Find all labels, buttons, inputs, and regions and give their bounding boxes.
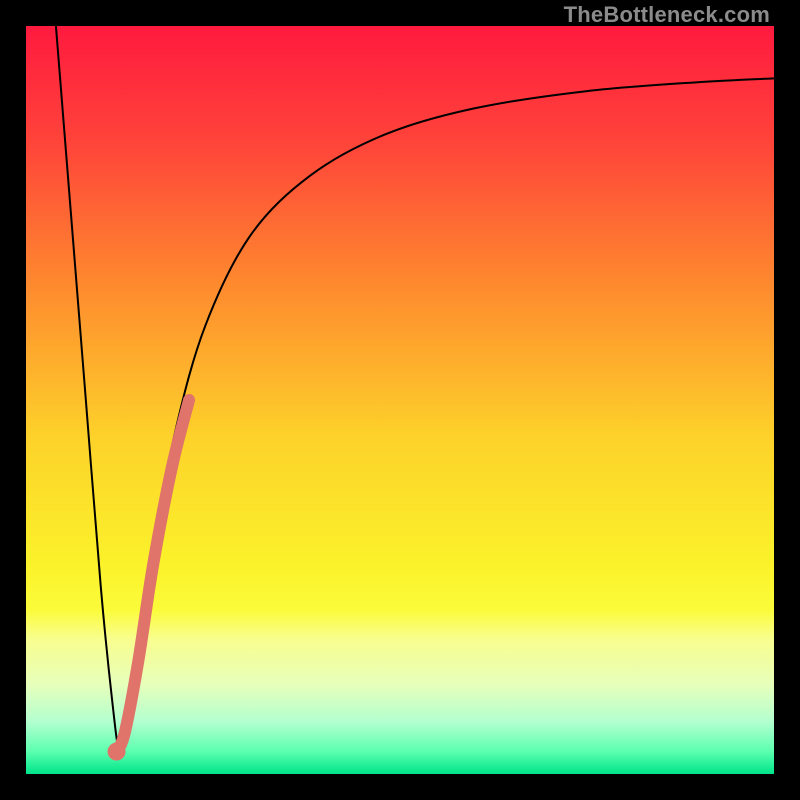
curve-layer	[0, 0, 800, 800]
chart-canvas: TheBottleneck.com	[0, 0, 800, 800]
bottleneck-curve	[56, 26, 774, 753]
highlight-segment	[117, 400, 190, 752]
highlight-dot	[108, 743, 126, 761]
